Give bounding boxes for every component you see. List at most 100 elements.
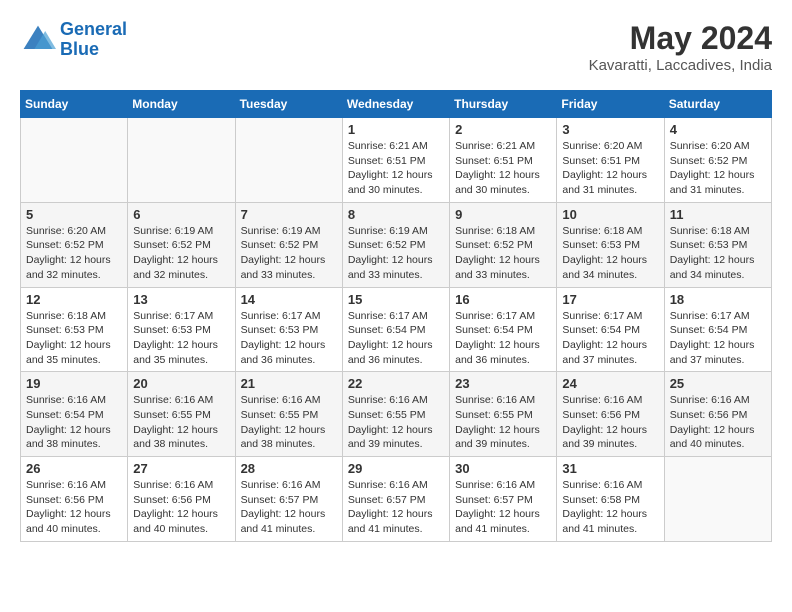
- day-number: 30: [455, 461, 551, 476]
- day-cell: 30 Sunrise: 6:16 AM Sunset: 6:57 PM Dayli…: [450, 457, 557, 542]
- day-info: Sunrise: 6:17 AM Sunset: 6:54 PM Dayligh…: [455, 309, 551, 368]
- logo: General Blue: [20, 20, 127, 60]
- day-info: Sunrise: 6:17 AM Sunset: 6:53 PM Dayligh…: [241, 309, 337, 368]
- day-cell: 19 Sunrise: 6:16 AM Sunset: 6:54 PM Dayli…: [21, 372, 128, 457]
- day-info: Sunrise: 6:16 AM Sunset: 6:57 PM Dayligh…: [348, 478, 444, 537]
- day-info: Sunrise: 6:18 AM Sunset: 6:53 PM Dayligh…: [562, 224, 658, 283]
- day-number: 12: [26, 292, 122, 307]
- day-cell: 7 Sunrise: 6:19 AM Sunset: 6:52 PM Daylig…: [235, 202, 342, 287]
- header-saturday: Saturday: [664, 91, 771, 118]
- day-info: Sunrise: 6:16 AM Sunset: 6:55 PM Dayligh…: [241, 393, 337, 452]
- day-cell: 27 Sunrise: 6:16 AM Sunset: 6:56 PM Dayli…: [128, 457, 235, 542]
- header-row: Sunday Monday Tuesday Wednesday Thursday…: [21, 91, 772, 118]
- day-cell: 24Sunrise: 6:16 AM Sunset: 6:56 PM Dayli…: [557, 372, 664, 457]
- week-row-2: 12 Sunrise: 6:18 AM Sunset: 6:53 PM Dayli…: [21, 287, 772, 372]
- day-cell: 12 Sunrise: 6:18 AM Sunset: 6:53 PM Dayli…: [21, 287, 128, 372]
- day-cell: 22 Sunrise: 6:16 AM Sunset: 6:55 PM Dayli…: [342, 372, 449, 457]
- day-cell: 15 Sunrise: 6:17 AM Sunset: 6:54 PM Dayli…: [342, 287, 449, 372]
- day-number: 10: [562, 207, 658, 222]
- logo-icon: [20, 22, 56, 58]
- day-number: 29: [348, 461, 444, 476]
- page-header: General Blue May 2024 Kavaratti, Laccadi…: [20, 20, 772, 74]
- day-info: Sunrise: 6:19 AM Sunset: 6:52 PM Dayligh…: [241, 224, 337, 283]
- calendar-body: 1 Sunrise: 6:21 AM Sunset: 6:51 PM Daylig…: [21, 118, 772, 542]
- header-monday: Monday: [128, 91, 235, 118]
- week-row-1: 5 Sunrise: 6:20 AM Sunset: 6:52 PM Daylig…: [21, 202, 772, 287]
- day-info: Sunrise: 6:20 AM Sunset: 6:51 PM Dayligh…: [562, 139, 658, 198]
- day-number: 9: [455, 207, 551, 222]
- day-info: Sunrise: 6:21 AM Sunset: 6:51 PM Dayligh…: [348, 139, 444, 198]
- day-info: Sunrise: 6:17 AM Sunset: 6:54 PM Dayligh…: [348, 309, 444, 368]
- day-number: 15: [348, 292, 444, 307]
- calendar-header: Sunday Monday Tuesday Wednesday Thursday…: [21, 91, 772, 118]
- day-number: 16: [455, 292, 551, 307]
- logo-line1: General: [60, 19, 127, 39]
- day-number: 2: [455, 122, 551, 137]
- day-cell: 2 Sunrise: 6:21 AM Sunset: 6:51 PM Daylig…: [450, 118, 557, 203]
- header-sunday: Sunday: [21, 91, 128, 118]
- day-cell: 8Sunrise: 6:19 AM Sunset: 6:52 PM Daylig…: [342, 202, 449, 287]
- day-number: 22: [348, 376, 444, 391]
- day-info: Sunrise: 6:20 AM Sunset: 6:52 PM Dayligh…: [26, 224, 122, 283]
- day-number: 6: [133, 207, 229, 222]
- week-row-3: 19 Sunrise: 6:16 AM Sunset: 6:54 PM Dayli…: [21, 372, 772, 457]
- day-number: 31: [562, 461, 658, 476]
- day-cell: 20 Sunrise: 6:16 AM Sunset: 6:55 PM Dayli…: [128, 372, 235, 457]
- day-number: 5: [26, 207, 122, 222]
- day-cell: [235, 118, 342, 203]
- day-cell: 25Sunrise: 6:16 AM Sunset: 6:56 PM Dayli…: [664, 372, 771, 457]
- day-info: Sunrise: 6:21 AM Sunset: 6:51 PM Dayligh…: [455, 139, 551, 198]
- week-row-0: 1 Sunrise: 6:21 AM Sunset: 6:51 PM Daylig…: [21, 118, 772, 203]
- day-cell: [21, 118, 128, 203]
- day-info: Sunrise: 6:16 AM Sunset: 6:57 PM Dayligh…: [455, 478, 551, 537]
- day-cell: [664, 457, 771, 542]
- logo-text: General Blue: [60, 20, 127, 60]
- day-cell: 5 Sunrise: 6:20 AM Sunset: 6:52 PM Daylig…: [21, 202, 128, 287]
- day-info: Sunrise: 6:20 AM Sunset: 6:52 PM Dayligh…: [670, 139, 766, 198]
- day-info: Sunrise: 6:16 AM Sunset: 6:56 PM Dayligh…: [670, 393, 766, 452]
- day-info: Sunrise: 6:16 AM Sunset: 6:54 PM Dayligh…: [26, 393, 122, 452]
- header-wednesday: Wednesday: [342, 91, 449, 118]
- day-cell: 29 Sunrise: 6:16 AM Sunset: 6:57 PM Dayli…: [342, 457, 449, 542]
- day-info: Sunrise: 6:18 AM Sunset: 6:53 PM Dayligh…: [670, 224, 766, 283]
- page-title: May 2024: [589, 20, 772, 57]
- header-tuesday: Tuesday: [235, 91, 342, 118]
- day-info: Sunrise: 6:19 AM Sunset: 6:52 PM Dayligh…: [348, 224, 444, 283]
- day-cell: 6Sunrise: 6:19 AM Sunset: 6:52 PM Daylig…: [128, 202, 235, 287]
- day-info: Sunrise: 6:16 AM Sunset: 6:55 PM Dayligh…: [133, 393, 229, 452]
- day-cell: 1 Sunrise: 6:21 AM Sunset: 6:51 PM Daylig…: [342, 118, 449, 203]
- day-cell: 13Sunrise: 6:17 AM Sunset: 6:53 PM Dayli…: [128, 287, 235, 372]
- day-info: Sunrise: 6:16 AM Sunset: 6:58 PM Dayligh…: [562, 478, 658, 537]
- day-number: 18: [670, 292, 766, 307]
- day-number: 4: [670, 122, 766, 137]
- day-info: Sunrise: 6:16 AM Sunset: 6:57 PM Dayligh…: [241, 478, 337, 537]
- day-cell: 23Sunrise: 6:16 AM Sunset: 6:55 PM Dayli…: [450, 372, 557, 457]
- day-number: 1: [348, 122, 444, 137]
- day-cell: 3Sunrise: 6:20 AM Sunset: 6:51 PM Daylig…: [557, 118, 664, 203]
- logo-line2: Blue: [60, 39, 99, 59]
- day-number: 26: [26, 461, 122, 476]
- day-number: 7: [241, 207, 337, 222]
- day-info: Sunrise: 6:16 AM Sunset: 6:56 PM Dayligh…: [133, 478, 229, 537]
- day-cell: 26Sunrise: 6:16 AM Sunset: 6:56 PM Dayli…: [21, 457, 128, 542]
- day-info: Sunrise: 6:18 AM Sunset: 6:52 PM Dayligh…: [455, 224, 551, 283]
- day-cell: 17Sunrise: 6:17 AM Sunset: 6:54 PM Dayli…: [557, 287, 664, 372]
- day-info: Sunrise: 6:17 AM Sunset: 6:54 PM Dayligh…: [562, 309, 658, 368]
- day-info: Sunrise: 6:18 AM Sunset: 6:53 PM Dayligh…: [26, 309, 122, 368]
- day-info: Sunrise: 6:17 AM Sunset: 6:53 PM Dayligh…: [133, 309, 229, 368]
- day-cell: 11Sunrise: 6:18 AM Sunset: 6:53 PM Dayli…: [664, 202, 771, 287]
- day-number: 14: [241, 292, 337, 307]
- day-info: Sunrise: 6:16 AM Sunset: 6:55 PM Dayligh…: [348, 393, 444, 452]
- day-number: 23: [455, 376, 551, 391]
- day-cell: 9 Sunrise: 6:18 AM Sunset: 6:52 PM Daylig…: [450, 202, 557, 287]
- day-cell: 28Sunrise: 6:16 AM Sunset: 6:57 PM Dayli…: [235, 457, 342, 542]
- title-block: May 2024 Kavaratti, Laccadives, India: [589, 20, 772, 74]
- day-number: 21: [241, 376, 337, 391]
- day-cell: 4 Sunrise: 6:20 AM Sunset: 6:52 PM Daylig…: [664, 118, 771, 203]
- day-number: 19: [26, 376, 122, 391]
- day-cell: 21 Sunrise: 6:16 AM Sunset: 6:55 PM Dayli…: [235, 372, 342, 457]
- day-cell: 10 Sunrise: 6:18 AM Sunset: 6:53 PM Dayli…: [557, 202, 664, 287]
- day-cell: 31 Sunrise: 6:16 AM Sunset: 6:58 PM Dayli…: [557, 457, 664, 542]
- day-number: 20: [133, 376, 229, 391]
- day-number: 27: [133, 461, 229, 476]
